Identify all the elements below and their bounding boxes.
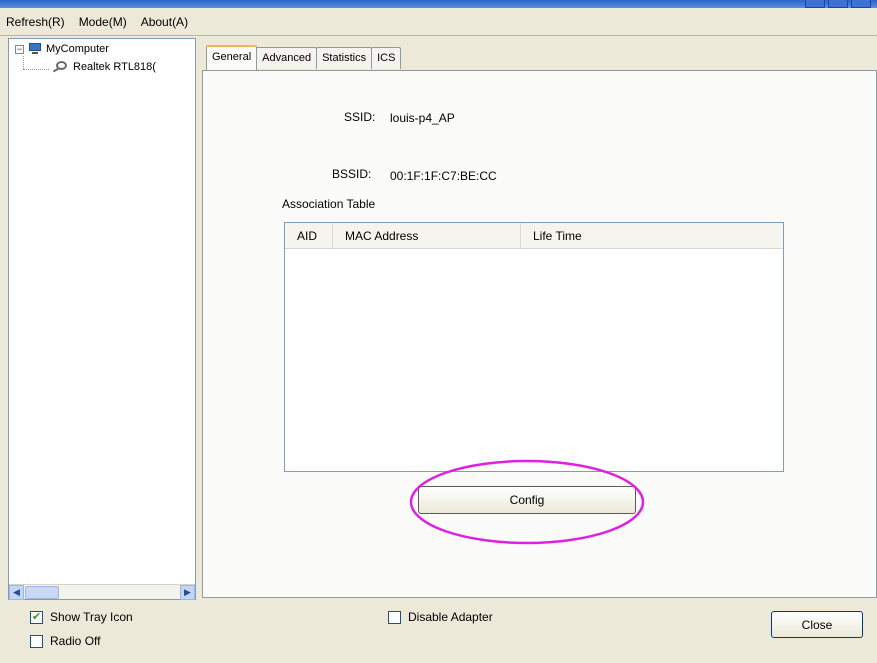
maximize-button[interactable] bbox=[828, 0, 848, 8]
device-tree: − MyComputer Realtek RTL818( ◀ ▶ bbox=[8, 38, 196, 600]
ssid-label: SSID: bbox=[344, 110, 376, 124]
close-button[interactable]: Close bbox=[771, 611, 863, 638]
column-life-time[interactable]: Life Time bbox=[521, 223, 783, 249]
config-button[interactable]: Config bbox=[418, 486, 636, 514]
scroll-right-icon[interactable]: ▶ bbox=[180, 585, 195, 600]
checkbox-checked-icon[interactable]: ✔ bbox=[30, 610, 43, 624]
tree-item-adapter[interactable]: Realtek RTL818( bbox=[53, 61, 193, 73]
menu-about[interactable]: About(A) bbox=[141, 15, 188, 29]
scroll-thumb[interactable] bbox=[25, 586, 59, 599]
radio-off-checkbox[interactable]: Radio Off bbox=[30, 634, 100, 648]
tab-statistics[interactable]: Statistics bbox=[316, 47, 373, 69]
title-bar bbox=[0, 0, 877, 8]
collapse-icon[interactable]: − bbox=[15, 44, 24, 54]
scroll-left-icon[interactable]: ◀ bbox=[9, 585, 24, 600]
tree-connector bbox=[23, 69, 49, 70]
radio-off-label: Radio Off bbox=[50, 634, 101, 648]
horizontal-scrollbar[interactable]: ◀ ▶ bbox=[9, 584, 195, 600]
tab-ics[interactable]: ICS bbox=[371, 47, 402, 69]
tab-general[interactable]: General bbox=[206, 45, 258, 70]
column-mac-address[interactable]: MAC Address bbox=[333, 223, 521, 249]
bssid-value: 00:1F:1F:C7:BE:CC bbox=[390, 169, 497, 183]
window-close-button[interactable] bbox=[851, 0, 871, 8]
menu-bar: Refresh(R) Mode(M) About(A) bbox=[0, 8, 877, 36]
bssid-label: BSSID: bbox=[332, 167, 372, 181]
wireless-adapter-icon bbox=[53, 61, 69, 73]
association-table-label: Association Table bbox=[282, 197, 376, 211]
menu-mode[interactable]: Mode(M) bbox=[79, 15, 127, 29]
show-tray-icon-checkbox[interactable]: ✔ Show Tray Icon bbox=[30, 610, 133, 624]
computer-icon bbox=[28, 43, 42, 55]
association-table[interactable]: AID MAC Address Life Time bbox=[284, 222, 784, 472]
show-tray-icon-label: Show Tray Icon bbox=[50, 610, 133, 624]
ssid-value: louis-p4_AP bbox=[390, 111, 455, 125]
menu-refresh[interactable]: Refresh(R) bbox=[6, 15, 65, 29]
tree-child-label: Realtek RTL818( bbox=[73, 61, 156, 73]
checkbox-unchecked-icon[interactable] bbox=[30, 634, 43, 648]
tree-root-label: MyComputer bbox=[46, 43, 109, 55]
tree-connector bbox=[23, 56, 24, 69]
table-header: AID MAC Address Life Time bbox=[285, 223, 783, 249]
tab-advanced[interactable]: Advanced bbox=[256, 47, 318, 69]
minimize-button[interactable] bbox=[805, 0, 825, 8]
disable-adapter-checkbox[interactable]: Disable Adapter bbox=[388, 610, 493, 624]
window-controls bbox=[805, 0, 871, 8]
checkbox-unchecked-icon[interactable] bbox=[388, 610, 401, 624]
tree-item-mycomputer[interactable]: − MyComputer bbox=[15, 43, 109, 55]
disable-adapter-label: Disable Adapter bbox=[408, 610, 493, 624]
column-aid[interactable]: AID bbox=[285, 223, 333, 249]
tab-strip: General Advanced Statistics ICS bbox=[206, 45, 402, 70]
